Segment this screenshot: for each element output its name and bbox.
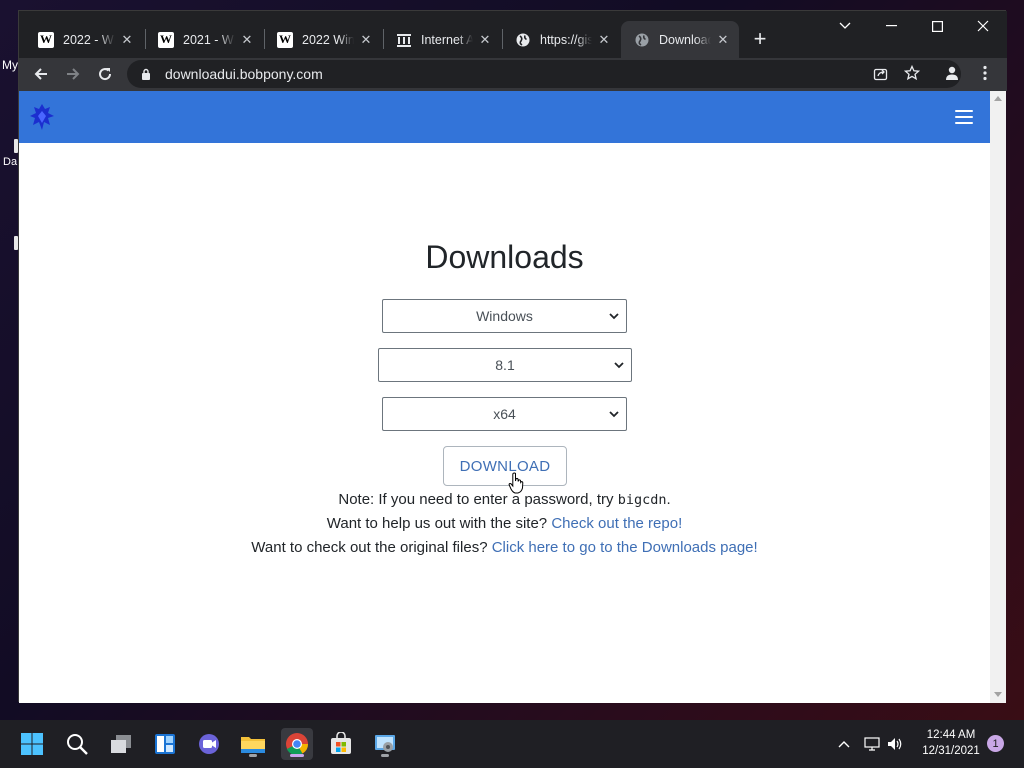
reload-icon[interactable] bbox=[91, 60, 119, 88]
archive-icon bbox=[395, 31, 413, 49]
help-line: Want to help us out with the site? Check… bbox=[19, 515, 990, 532]
network-icon[interactable] bbox=[864, 736, 880, 752]
help-text: Want to help us out with the site? bbox=[326, 515, 552, 532]
downloads-page-link[interactable]: Click here to go to the Downloads page! bbox=[492, 539, 758, 556]
page-title: Downloads bbox=[425, 239, 584, 275]
tab-internet-archive[interactable]: Internet Archive ✕ bbox=[383, 21, 501, 58]
chevron-down-icon bbox=[613, 358, 625, 372]
globe-icon bbox=[514, 31, 532, 49]
hand-cursor-icon bbox=[508, 472, 524, 494]
chevron-up-icon[interactable] bbox=[836, 736, 852, 752]
desktop-icon-label: My bbox=[2, 58, 18, 72]
url-text[interactable]: downloadui.bobpony.com bbox=[165, 66, 323, 82]
back-icon[interactable] bbox=[27, 60, 55, 88]
close-icon[interactable]: ✕ bbox=[119, 32, 135, 48]
tab-title: Downloads bbox=[659, 32, 711, 47]
close-icon[interactable]: ✕ bbox=[477, 32, 493, 48]
running-indicator bbox=[249, 754, 257, 757]
tab-2022-winter-olympics[interactable]: W 2022 Winter Olympics ✕ bbox=[264, 21, 382, 58]
forward-icon[interactable] bbox=[59, 60, 87, 88]
start-icon[interactable] bbox=[16, 728, 48, 760]
tab-2021-wikipedia[interactable]: W 2021 - Wikipedia ✕ bbox=[145, 21, 263, 58]
clock-date[interactable]: 12/31/2021 bbox=[918, 745, 984, 757]
profile-icon[interactable] bbox=[940, 61, 964, 85]
repo-link[interactable]: Check out the repo! bbox=[551, 515, 682, 532]
minimize-icon[interactable] bbox=[868, 11, 914, 41]
search-icon[interactable] bbox=[61, 728, 93, 760]
password-note: Note: If you need to enter a password, t… bbox=[19, 491, 990, 508]
version-select[interactable]: 8.1 bbox=[378, 348, 632, 382]
teams-chat-icon[interactable] bbox=[193, 728, 225, 760]
tab-title: 2022 Winter Olympics bbox=[302, 32, 354, 47]
menu-kebab-icon[interactable] bbox=[973, 61, 997, 85]
active-indicator bbox=[290, 754, 304, 757]
password-code: bigcdn bbox=[617, 492, 667, 508]
bookmark-star-icon[interactable] bbox=[900, 61, 924, 85]
tab-title: Internet Archive bbox=[421, 32, 473, 47]
store-icon[interactable] bbox=[325, 728, 357, 760]
tab-2022-wikipedia[interactable]: W 2022 - Wikipedia ✕ bbox=[25, 21, 143, 58]
tab-gist[interactable]: https://gist.github.com ✕ bbox=[502, 21, 620, 58]
tab-title: 2022 - Wikipedia bbox=[63, 32, 115, 47]
taskbar: 12:44 AM 12/31/2021 bbox=[0, 720, 1024, 768]
lock-icon[interactable] bbox=[139, 67, 153, 81]
clock-time[interactable]: 12:44 AM bbox=[918, 729, 984, 741]
note-text: Note: If you need to enter a password, t… bbox=[338, 491, 618, 508]
os-select-value: Windows bbox=[476, 308, 533, 324]
close-icon[interactable]: ✕ bbox=[715, 32, 731, 48]
tab-title: https://gist.github.com bbox=[540, 32, 592, 47]
wikipedia-icon: W bbox=[277, 31, 293, 48]
page-viewport: Downloads Windows 8.1 x64 DOWNLOAD Note:… bbox=[19, 91, 990, 703]
tab-strip: W 2022 - Wikipedia ✕ W 2021 - Wikipedia … bbox=[19, 11, 1007, 58]
note-suffix: . bbox=[666, 491, 671, 508]
arch-select-value: x64 bbox=[493, 406, 516, 422]
desktop-background: My Da bbox=[0, 0, 18, 720]
browser-window: W 2022 - Wikipedia ✕ W 2021 - Wikipedia … bbox=[18, 10, 1007, 703]
close-window-icon[interactable] bbox=[960, 11, 1006, 41]
tab-title: 2021 - Wikipedia bbox=[183, 32, 235, 47]
scroll-down-icon[interactable] bbox=[994, 692, 1002, 697]
arch-select[interactable]: x64 bbox=[382, 397, 627, 431]
control-panel-icon[interactable] bbox=[369, 728, 401, 760]
new-tab-button[interactable]: + bbox=[747, 26, 773, 52]
notification-badge[interactable]: 1 bbox=[987, 735, 1004, 752]
files-text: Want to check out the original files? bbox=[251, 539, 492, 556]
chevron-down-icon bbox=[608, 309, 620, 323]
widgets-icon[interactable] bbox=[149, 728, 181, 760]
share-icon[interactable] bbox=[868, 61, 892, 85]
close-icon[interactable]: ✕ bbox=[358, 32, 374, 48]
maximize-icon[interactable] bbox=[914, 11, 960, 41]
chrome-icon[interactable] bbox=[281, 728, 313, 760]
wikipedia-icon: W bbox=[38, 31, 54, 48]
browser-toolbar: downloadui.bobpony.com bbox=[19, 58, 1007, 91]
close-icon[interactable]: ✕ bbox=[596, 32, 612, 48]
files-line: Want to check out the original files? Cl… bbox=[19, 539, 990, 556]
page-scrollbar[interactable] bbox=[990, 91, 1006, 703]
os-select[interactable]: Windows bbox=[382, 299, 627, 333]
task-view-icon[interactable] bbox=[105, 728, 137, 760]
site-navbar bbox=[19, 91, 990, 143]
volume-icon[interactable] bbox=[887, 736, 903, 752]
file-explorer-icon[interactable] bbox=[237, 728, 269, 760]
site-logo-icon[interactable] bbox=[29, 103, 57, 131]
hamburger-menu-icon[interactable] bbox=[952, 108, 976, 126]
tab-downloads[interactable]: Downloads ✕ bbox=[621, 21, 739, 58]
scroll-up-icon[interactable] bbox=[994, 96, 1002, 101]
wikipedia-icon: W bbox=[158, 31, 174, 48]
running-indicator bbox=[381, 754, 389, 757]
version-select-value: 8.1 bbox=[495, 357, 515, 373]
globe-icon bbox=[633, 31, 651, 49]
download-button[interactable]: DOWNLOAD bbox=[443, 446, 567, 486]
address-bar[interactable]: downloadui.bobpony.com bbox=[127, 60, 961, 88]
close-icon[interactable]: ✕ bbox=[239, 32, 255, 48]
desktop-icon-label: Da bbox=[3, 156, 18, 168]
chevron-down-icon bbox=[608, 407, 620, 421]
tab-search-icon[interactable] bbox=[822, 11, 868, 41]
